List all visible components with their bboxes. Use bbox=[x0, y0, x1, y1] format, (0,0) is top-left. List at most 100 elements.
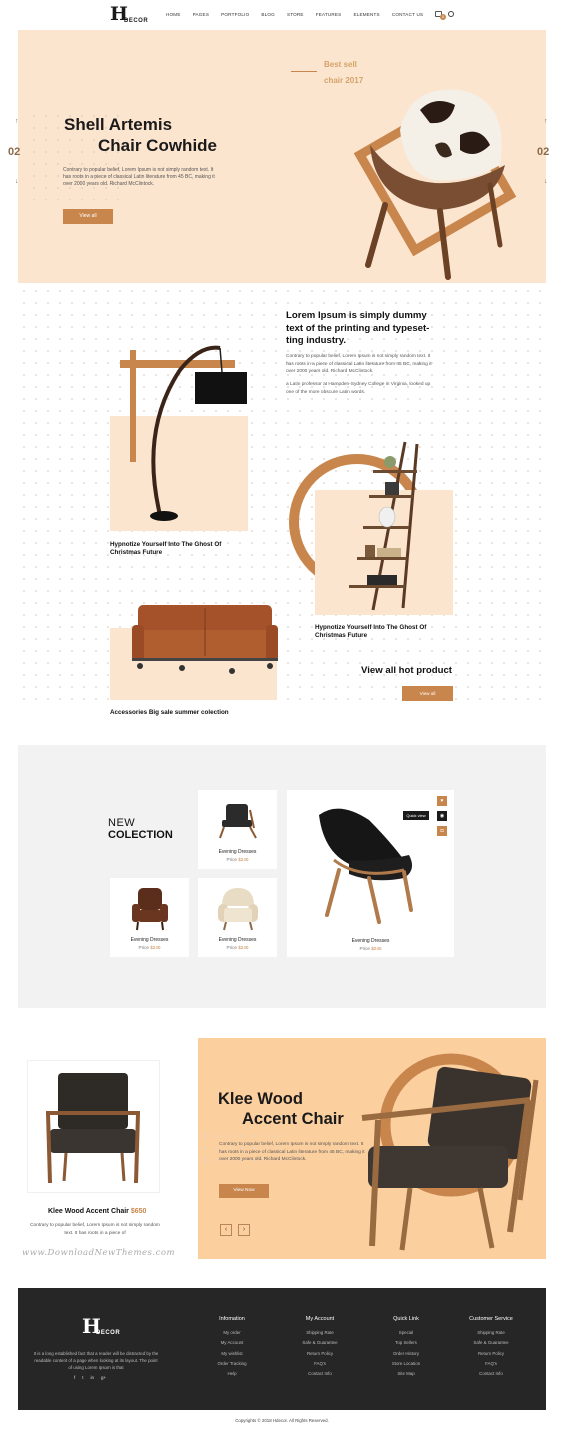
nav-contact-us[interactable]: CONTACT US bbox=[392, 12, 423, 17]
collection-heading-line2: COLECTION bbox=[108, 829, 173, 841]
nav-features[interactable]: FEATURES bbox=[316, 12, 342, 17]
footer-link[interactable]: Store Location bbox=[371, 1359, 441, 1369]
footer-link[interactable]: Shipping Rate bbox=[456, 1328, 526, 1338]
slide-up-arrow-right-icon[interactable]: ↑ bbox=[544, 118, 548, 125]
nav-home[interactable]: HOME bbox=[166, 12, 181, 17]
nav-pages[interactable]: PAGES bbox=[193, 12, 210, 17]
footer-link[interactable]: My order bbox=[197, 1328, 267, 1338]
klee-prev-arrow-icon[interactable]: ‹ bbox=[220, 1224, 232, 1236]
footer-link[interactable]: My wishlist bbox=[197, 1349, 267, 1359]
brand-logo[interactable]: H DECOR bbox=[108, 5, 148, 27]
copyright-text: Copyrights © 2018 Hdecor. All Rights Res… bbox=[235, 1418, 329, 1423]
product-price: Price $240 bbox=[359, 946, 382, 951]
footer-link[interactable]: Safe & Guarantee bbox=[456, 1338, 526, 1348]
product-price: Price $240 bbox=[138, 945, 161, 950]
lamp-caption[interactable]: Hypnotize Yourself Into The Ghost Of Chr… bbox=[110, 541, 240, 557]
slide-down-arrow-right-icon[interactable]: ↓ bbox=[544, 178, 548, 185]
footer-column-title: Infomation bbox=[219, 1316, 245, 1322]
klee-view-now-button[interactable]: View Now bbox=[219, 1184, 269, 1198]
product-card[interactable]: Evening Dresses Price $240 bbox=[198, 878, 277, 957]
intro-title: Lorem Ipsum is simply dummy text of the … bbox=[286, 310, 430, 346]
footer-link[interactable]: FAQ's bbox=[285, 1359, 355, 1369]
footer-column-title: Customer Service bbox=[469, 1316, 513, 1322]
footer-column-customer-service: Customer Service Shipping Rate Safe & Gu… bbox=[456, 1316, 526, 1379]
intro-paragraph-1: Contrary to popular belief, Lorem Ipsum … bbox=[286, 354, 432, 374]
klee-accent-chair-image bbox=[361, 1066, 539, 1251]
leather-sofa-image bbox=[132, 605, 278, 674]
nav-blog[interactable]: BLOG bbox=[261, 12, 275, 17]
footer-link[interactable]: Contact Info bbox=[285, 1369, 355, 1379]
footer-column-title: My Account bbox=[305, 1316, 335, 1322]
footer-link[interactable]: Special bbox=[371, 1328, 441, 1338]
slide-up-arrow-icon[interactable]: ↑ bbox=[15, 118, 19, 125]
add-to-cart-icon[interactable]: ◘ bbox=[437, 826, 447, 836]
klee-description: Contrary to popular belief, Lorem Ipsum … bbox=[219, 1142, 365, 1162]
watermark-text: www.DownloadNewThemes.com bbox=[22, 1248, 176, 1258]
product-image bbox=[219, 804, 257, 839]
intro-paragraph-2: a Latin professor at Hampden-Sydney Coll… bbox=[286, 382, 431, 395]
product-price: Price $240 bbox=[226, 857, 249, 862]
nav-elements[interactable]: ELEMENTS bbox=[353, 12, 379, 17]
slide-number-left: 02 bbox=[8, 146, 21, 158]
cart-count-badge: 0 bbox=[440, 14, 446, 20]
footer-link[interactable]: Shipping Rate bbox=[285, 1328, 355, 1338]
twitter-icon[interactable]: t bbox=[82, 1375, 83, 1380]
klee-left-image-card[interactable] bbox=[27, 1060, 160, 1193]
hero-title-line2: Chair Cowhide bbox=[98, 136, 218, 155]
footer-link[interactable]: Contact Info bbox=[456, 1369, 526, 1379]
footer-link[interactable]: My Account bbox=[197, 1338, 267, 1348]
view-all-hot-title: View all hot product bbox=[361, 665, 452, 676]
shelf-caption[interactable]: Hypnotize Yourself Into The Ghost Of Chr… bbox=[315, 624, 445, 640]
product-price: Price $240 bbox=[226, 945, 249, 950]
product-name: Evening Dresses bbox=[130, 937, 169, 943]
klee-left-price: $650 bbox=[130, 1208, 147, 1215]
product-name: Evening Dresses bbox=[218, 849, 257, 855]
klee-title-line1: Klee Wood bbox=[218, 1090, 303, 1108]
product-name: Evening Dresses bbox=[351, 938, 390, 944]
klee-left-title[interactable]: Klee Wood Accent Chair $650 bbox=[48, 1208, 146, 1215]
wishlist-heart-icon[interactable]: ♥ bbox=[437, 796, 447, 806]
footer-link[interactable]: Order Tracking bbox=[197, 1359, 267, 1369]
footer-column-my-account: My Account Shipping Rate Safe & Guarante… bbox=[285, 1316, 355, 1379]
product-image bbox=[218, 888, 258, 931]
footer-link[interactable]: Order History bbox=[371, 1349, 441, 1359]
facebook-icon[interactable]: f bbox=[74, 1375, 75, 1380]
products-dot-pattern bbox=[18, 285, 546, 705]
nav-store[interactable]: STORE bbox=[287, 12, 304, 17]
ladder-shelf-image bbox=[349, 441, 419, 611]
view-all-hot-button[interactable]: View all bbox=[402, 686, 453, 701]
instagram-icon[interactable]: in bbox=[91, 1375, 95, 1380]
google-plus-icon[interactable]: g+ bbox=[101, 1375, 106, 1380]
klee-left-description: Contrary to popular belief, Lorem Ipsum … bbox=[30, 1223, 160, 1236]
search-icon[interactable] bbox=[448, 11, 454, 17]
klee-title-line2: Accent Chair bbox=[242, 1110, 344, 1128]
footer-link[interactable]: Safe & Guarantee bbox=[285, 1338, 355, 1348]
footer-link[interactable]: Help bbox=[197, 1369, 267, 1379]
hero-view-all-button[interactable]: View all bbox=[63, 209, 113, 224]
footer-social-links: f t in g+ bbox=[74, 1375, 106, 1380]
quick-view-eye-icon[interactable]: ◉ bbox=[437, 811, 447, 821]
footer-link[interactable]: Return Policy bbox=[456, 1349, 526, 1359]
product-name: Evening Dresses bbox=[218, 937, 257, 943]
footer-link[interactable]: Top Sellers bbox=[371, 1338, 441, 1348]
footer-about-text: It is a long established fact that a rea… bbox=[33, 1351, 159, 1370]
hero-description: Contrary to popular belief, Lorem Ipsum … bbox=[63, 167, 215, 187]
footer-link[interactable]: Return Policy bbox=[285, 1349, 355, 1359]
footer-link[interactable]: FAQ's bbox=[456, 1359, 526, 1369]
hero-accent-line bbox=[291, 71, 317, 72]
product-card[interactable]: Evening Dresses Price $240 bbox=[110, 878, 189, 957]
hero-banner: Best sell chair 2017 Shell Artemis Chair… bbox=[18, 30, 546, 283]
footer-column-infomation: Infomation My order My Account My wishli… bbox=[197, 1316, 267, 1379]
sofa-caption[interactable]: Accessories Big sale summer colection bbox=[110, 709, 290, 716]
footer-link[interactable]: Site Map bbox=[371, 1369, 441, 1379]
main-nav: HOME PAGES PORTFOLIO BLOG STORE FEATURES… bbox=[166, 12, 435, 17]
new-collection-section: NEW COLECTION bbox=[18, 745, 546, 1008]
product-card[interactable]: Evening Dresses Price $240 bbox=[198, 790, 277, 869]
nav-portfolio[interactable]: PORTFOLIO bbox=[221, 12, 249, 17]
klee-next-arrow-icon[interactable]: › bbox=[238, 1224, 250, 1236]
logo-wordmark: DECOR bbox=[124, 18, 149, 24]
site-header: H DECOR HOME PAGES PORTFOLIO BLOG STORE … bbox=[0, 0, 564, 30]
floor-lamp-image bbox=[120, 345, 247, 521]
hero-title-line1: Shell Artemis bbox=[64, 115, 173, 134]
slide-down-arrow-icon[interactable]: ↓ bbox=[15, 178, 19, 185]
